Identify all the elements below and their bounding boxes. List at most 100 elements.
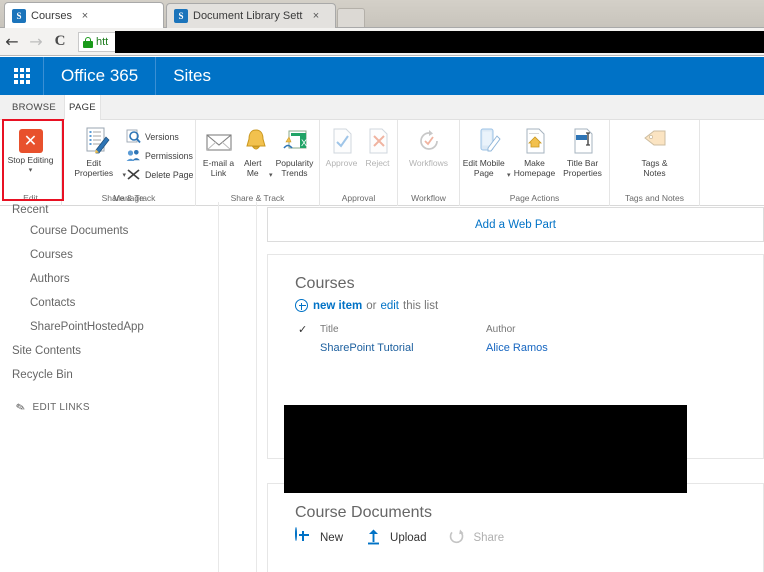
popularity-trends-label: Popularity Trends — [275, 158, 314, 178]
this-list-text: this list — [403, 299, 439, 312]
new-item-row: new item or edit this list — [268, 293, 763, 312]
add-web-part-zone[interactable]: Add a Web Part — [267, 207, 764, 242]
table-row[interactable]: SharePoint Tutorial Alice Ramos — [268, 336, 763, 354]
pencil-icon: ✎ — [14, 399, 28, 416]
browser-tab-courses[interactable]: S Courses × — [4, 2, 164, 28]
screenshot-root: S Courses × S Document Library Setting ×… — [0, 0, 764, 572]
new-plus-circle-icon — [295, 527, 314, 547]
ribbon-group-page-actions: Edit Mobile Page ▾ Make Homepage Title B… — [460, 120, 610, 206]
url-redaction-overlay — [115, 31, 764, 53]
ribbon-tab-strip: BROWSE PAGE — [0, 95, 764, 120]
new-tab-button[interactable] — [337, 8, 365, 27]
new-document-label: New — [320, 531, 344, 544]
list-column-headers: ✓ Title Author — [268, 312, 763, 336]
edit-properties-icon — [82, 126, 112, 156]
versions-button[interactable]: Versions — [126, 127, 193, 146]
suite-site-link[interactable]: Sites — [156, 57, 228, 95]
edit-mobile-page-icon — [472, 126, 502, 156]
edit-properties-label: Edit Properties — [74, 158, 114, 178]
checkmark-icon[interactable]: ✓ — [298, 323, 320, 336]
or-text: or — [366, 299, 377, 312]
reject-label: Reject — [365, 158, 390, 168]
ribbon-group-share-track: E-mail a Link Alert Me ▾ X Popularity Tr… — [196, 120, 320, 206]
courses-list-redaction-overlay — [284, 405, 687, 493]
versions-icon — [126, 129, 141, 144]
popularity-trends-icon: X — [280, 126, 310, 156]
close-icon[interactable]: × — [80, 10, 90, 22]
web-part-courses: Courses new item or edit this list ✓ Tit… — [267, 254, 764, 493]
alert-me-button[interactable]: Alert Me ▾ — [239, 122, 273, 179]
popularity-trends-button[interactable]: X Popularity Trends — [273, 122, 317, 179]
delete-page-icon — [126, 167, 141, 182]
delete-page-button[interactable]: Delete Page — [126, 165, 193, 184]
stop-editing-button[interactable]: ✕ Stop Editing ▾ — [3, 122, 59, 174]
make-homepage-button[interactable]: Make Homepage — [511, 122, 559, 179]
approve-check-icon — [327, 126, 357, 156]
browser-tab-document-library-settings[interactable]: S Document Library Setting × — [166, 3, 336, 28]
new-item-link[interactable]: new item — [313, 300, 362, 312]
browser-tab-strip: S Courses × S Document Library Setting × — [0, 0, 764, 28]
title-bar-properties-label: Title Bar Properties — [563, 158, 602, 178]
share-label: Share — [473, 531, 505, 544]
tags-notes-label: Tags & Notes — [641, 158, 668, 178]
edit-mobile-page-button[interactable]: Edit Mobile Page ▾ — [463, 122, 511, 179]
add-web-part-link[interactable]: Add a Web Part — [475, 219, 556, 231]
secure-lock-icon — [83, 36, 93, 48]
edit-mobile-page-label: Edit Mobile Page — [462, 158, 505, 178]
reject-button[interactable]: Reject — [361, 122, 395, 169]
ribbon-group-edit: ✕ Stop Editing ▾ Edit — [0, 120, 62, 206]
ribbon-group-workflow: Workflows Workflow — [398, 120, 460, 206]
share-button[interactable]: Share — [448, 528, 504, 547]
reload-icon[interactable]: C — [48, 34, 72, 49]
alert-me-label: Alert Me — [244, 158, 262, 178]
title-bar-properties-button[interactable]: Title Bar Properties — [559, 122, 607, 179]
document-library-command-bar: New Upload Share — [268, 522, 763, 547]
ribbon-page-tab-content: ✕ Stop Editing ▾ Edit Edit Properties ▾ … — [0, 120, 764, 206]
workflows-button[interactable]: Workflows — [403, 122, 455, 169]
forward-arrow-icon[interactable]: → — [24, 33, 48, 50]
permissions-icon — [126, 148, 141, 163]
versions-label: Versions — [145, 131, 179, 142]
new-document-button[interactable]: New — [295, 527, 344, 547]
back-arrow-icon[interactable]: ← — [0, 33, 24, 50]
upload-arrow-icon — [365, 528, 384, 547]
ribbon-group-approval: Approve Reject Approval — [320, 120, 398, 206]
ribbon-tab-browse[interactable]: BROWSE — [8, 95, 60, 120]
approve-label: Approve — [325, 158, 358, 168]
address-bar-url: htt — [96, 36, 109, 48]
approve-button[interactable]: Approve — [323, 122, 361, 169]
email-link-icon — [204, 126, 234, 156]
chevron-down-icon[interactable]: ▾ — [29, 166, 33, 174]
svg-text:X: X — [301, 138, 307, 148]
email-a-link-button[interactable]: E-mail a Link — [199, 122, 239, 179]
edit-list-link[interactable]: edit — [380, 300, 399, 312]
permissions-label: Permissions — [145, 150, 193, 161]
delete-page-label: Delete Page — [145, 169, 194, 180]
browser-tab-title: Document Library Setting — [193, 10, 303, 22]
permissions-button[interactable]: Permissions — [126, 146, 193, 165]
page-content-area: Add a Web Part Courses new item or edit … — [258, 202, 764, 572]
sharepoint-icon: S — [12, 8, 26, 23]
row-title[interactable]: SharePoint Tutorial — [320, 342, 486, 354]
column-header-title[interactable]: Title — [320, 324, 486, 335]
sharepoint-icon: S — [174, 9, 188, 23]
ribbon-group-manage: Edit Properties ▾ Versions Permissions D… — [62, 120, 196, 206]
stop-editing-label: Stop Editing — [7, 155, 54, 165]
alert-bell-icon — [241, 126, 271, 156]
edit-properties-button[interactable]: Edit Properties ▾ — [68, 122, 126, 179]
upload-button[interactable]: Upload — [365, 528, 426, 547]
office365-brand[interactable]: Office 365 — [44, 57, 157, 95]
ribbon-tab-page[interactable]: PAGE — [64, 95, 101, 120]
tags-notes-icon — [640, 126, 670, 156]
make-homepage-icon — [520, 126, 550, 156]
title-bar-properties-icon — [568, 126, 598, 156]
make-homepage-label: Make Homepage — [513, 158, 556, 178]
email-a-link-label: E-mail a Link — [202, 158, 235, 178]
browser-tab-title: Courses — [31, 9, 72, 22]
close-icon[interactable]: × — [311, 10, 321, 22]
app-launcher-waffle-icon[interactable] — [0, 57, 44, 95]
tags-notes-button[interactable]: Tags & Notes — [633, 122, 677, 179]
row-author[interactable]: Alice Ramos — [486, 342, 548, 354]
new-item-plus-icon[interactable] — [295, 299, 308, 312]
column-header-author[interactable]: Author — [486, 324, 515, 335]
